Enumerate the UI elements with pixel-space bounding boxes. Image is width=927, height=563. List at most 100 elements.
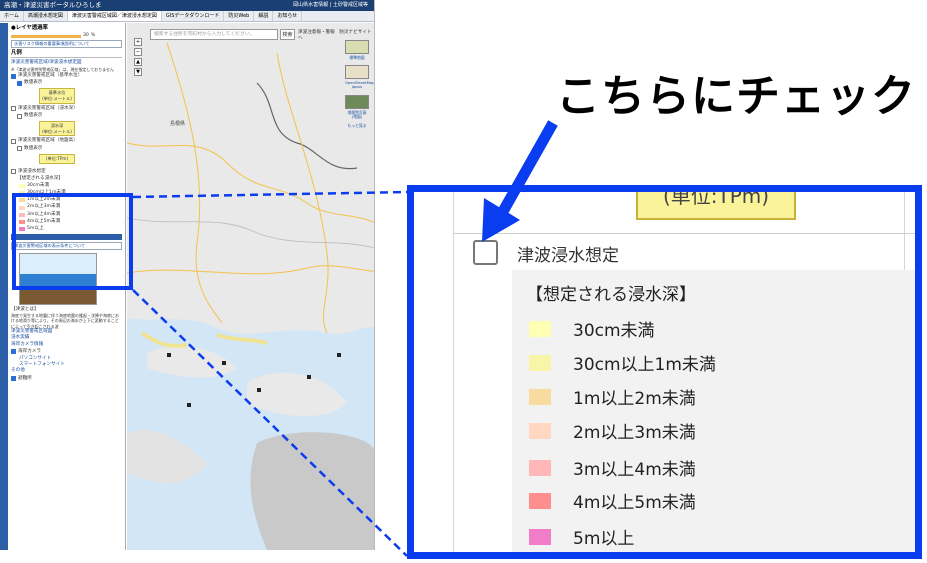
tsunami-legend-head-small: 【想定される浸水深】	[17, 175, 63, 181]
tsunami-legend-box	[512, 270, 915, 552]
tab-guide[interactable]: 解説	[254, 11, 274, 21]
risk-info-link[interactable]: 水害リスク情報の重要事項説明について	[11, 40, 122, 49]
tab-news[interactable]: お知らせ	[273, 11, 303, 21]
legend-item-30cm-1m: 30cm以上1m未満	[529, 350, 716, 375]
pan-down-button[interactable]: ▼	[134, 68, 142, 76]
tsunami-layer-row[interactable]: 津波浸水想定	[11, 169, 122, 175]
legend-item-3m-4m: 3m以上4m未満	[529, 455, 696, 480]
zoom-divider-left	[453, 192, 454, 552]
layer1-checkbox[interactable]	[11, 73, 16, 79]
basemap-label-osm: OpenStreetMap Japan	[345, 80, 375, 90]
layer1-box-unit: (単位:メートル)	[42, 96, 72, 102]
zoomed-legend-panel: (単位:TPm) 津波浸水想定 【想定される浸水深】 30cm未満 30cm以上…	[407, 185, 922, 559]
opacity-unit: %	[90, 33, 96, 39]
pan-up-button[interactable]: ▲	[134, 58, 142, 66]
legend-item-label: 2m以上3m未満	[573, 423, 696, 443]
camera-label: 海岸カメラ	[18, 348, 41, 354]
tsunami-legend-item: 30cm未満	[11, 183, 122, 189]
layer1-row[interactable]: 津波災害警戒区域（基準水位）	[11, 73, 122, 79]
layer2-sub-row[interactable]: 数値表示	[11, 113, 122, 119]
camera-heading: 海岸カメラ情報	[11, 341, 44, 347]
tsunami-layer-label-small: 津波浸水想定	[18, 168, 46, 174]
layer2-sub-checkbox[interactable]	[17, 113, 22, 119]
opacity-heading: ●レイヤ透過率	[11, 25, 48, 31]
map-canvas[interactable]	[127, 23, 374, 550]
layer1-label: 津波災害警戒区域（基準水位）	[18, 73, 83, 79]
legend-swatch	[529, 528, 551, 545]
other-heading: その他	[11, 368, 25, 374]
basemap-thumb-photo[interactable]	[345, 94, 369, 109]
legend-item-label: 5m以上	[573, 529, 635, 549]
legend-swatch	[529, 388, 551, 405]
layer2-row[interactable]: 津波災害警戒区域（浸水深）	[11, 106, 122, 112]
tab-gis-download[interactable]: GISデータダウンロード	[162, 11, 225, 21]
basemap-thumb-standard[interactable]	[345, 40, 369, 54]
layer1-sub-label: 数値表示	[24, 80, 43, 86]
tsunami-legend-label: 30cm未満	[27, 182, 50, 188]
basemap-more-link[interactable]: もっと見る	[345, 123, 369, 128]
layer2-label: 津波災害警戒区域（浸水深）	[18, 105, 78, 111]
zoom-separator	[454, 233, 915, 234]
layer1-legend-box: 基準水位 (単位:メートル)	[39, 88, 75, 104]
shelter-label: 避難所	[18, 375, 32, 381]
legend-heading: 凡例	[11, 50, 122, 59]
opacity-row: 30 %	[11, 33, 122, 39]
layer2-checkbox[interactable]	[11, 106, 16, 112]
layer3-checkbox[interactable]	[11, 139, 16, 145]
legend-item-label: 3m以上4m未満	[573, 460, 696, 480]
legend-item-label: 4m以上5m未満	[573, 493, 696, 513]
layer2-sub-label: 数値表示	[24, 112, 43, 118]
legend-item-5m-plus: 5m以上	[529, 524, 634, 549]
camera-checkbox[interactable]	[11, 349, 16, 355]
legend-swatch	[529, 320, 551, 337]
zoom-out-button[interactable]: −	[134, 48, 142, 56]
opacity-slider[interactable]	[11, 35, 81, 39]
map-search-input[interactable]: 検索する住所を市町村から入力してください。	[150, 29, 278, 40]
legend-swatch	[529, 492, 551, 509]
tab-bousai-web[interactable]: 防災Web	[224, 11, 255, 21]
legend-swatch	[529, 459, 551, 476]
shelter-row[interactable]: 避難所	[11, 376, 122, 382]
layer3-sub-label: 数値表示	[24, 145, 43, 151]
legend-swatch	[529, 422, 551, 439]
map-pref-label: 島根県	[170, 121, 186, 127]
layer3-legend-box: (単位:TPm)	[39, 153, 75, 164]
tab-home[interactable]: ホーム	[0, 11, 24, 21]
opacity-value: 30	[83, 33, 89, 39]
nav-tabs: ホーム 高潮浸水想定図 津波災害警戒区域図／津波浸水想定図 GISデータダウンロ…	[0, 11, 374, 22]
map-zoom-controls: + − ▲ ▼	[134, 38, 142, 98]
legend-item-label: 1m以上2m未満	[573, 389, 696, 409]
app-title: 高潮・津波災害ポータルひろしま	[4, 1, 102, 9]
legend-item-1m-2m: 1m以上2m未満	[529, 384, 696, 409]
tab-storm-surge[interactable]: 高潮浸水想定図	[24, 11, 68, 21]
legend-item-label: 30cm以上1m未満	[573, 355, 716, 375]
tsunami-layer-checkbox-small[interactable]	[11, 169, 16, 175]
layer3-sub-checkbox[interactable]	[17, 146, 22, 152]
legend-item-lt30cm: 30cm未満	[529, 316, 655, 341]
map-search-button[interactable]: 検索	[280, 29, 295, 40]
legend-item-2m-3m: 2m以上3m未満	[529, 418, 696, 443]
basemap-label-standard: 標準地図	[349, 55, 365, 60]
layer1-sub-row[interactable]: 数値表示	[11, 80, 122, 86]
legend-swatch	[529, 354, 551, 371]
tsunami-layer-checkbox[interactable]	[473, 240, 498, 265]
layer3-sub-row[interactable]: 数値表示	[11, 146, 122, 152]
layer2-box-unit: (単位:メートル)	[42, 128, 72, 134]
layer3-row[interactable]: 津波災害警戒区域（地盤高）	[11, 138, 122, 145]
app-title-links[interactable]: 岡山県水害情報 | 土砂警戒区域等	[293, 0, 368, 11]
map-image	[127, 23, 374, 550]
zoom-unit-box: (単位:TPm)	[636, 192, 796, 220]
layer1-sub-checkbox[interactable]	[17, 80, 22, 86]
basemap-thumb-osm[interactable]	[345, 65, 369, 80]
highlight-box	[12, 193, 133, 290]
tsunami-layer-label: 津波浸水想定	[517, 246, 619, 266]
side-vertical-tabs	[0, 23, 8, 550]
shelter-checkbox[interactable]	[11, 376, 16, 382]
zoom-in-button[interactable]: +	[134, 38, 142, 46]
tsunami-legend-heading: 【想定される浸水深】	[526, 285, 696, 305]
tab-tsunami[interactable]: 津波災害警戒区域図／津波浸水想定図	[67, 11, 162, 21]
callout-text: こちらにチェック	[556, 71, 916, 122]
camera-row[interactable]: 海岸カメラ	[11, 349, 122, 355]
layer2-legend-box: 浸水深 (単位:メートル)	[39, 121, 75, 137]
layer3-label: 津波災害警戒区域（地盤高）	[18, 138, 78, 144]
